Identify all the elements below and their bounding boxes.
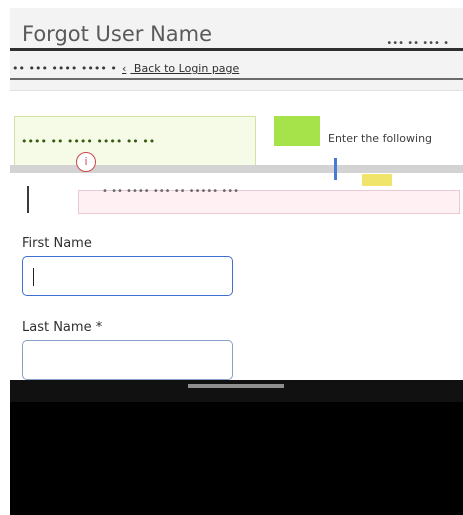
notice-area: •••• •• •••• •••• •• •• Enter the follow… [10,108,463,216]
first-name-label: First Name [22,236,92,251]
overlay-area [10,402,463,515]
hint-text: • •• •••• ••• •• ••••• ••• [102,186,240,197]
forgot-username-page: Forgot User Name ••• •• ••• • •• ••• •••… [10,0,463,515]
notice-text: •••• •• •••• •••• •• •• [21,135,156,148]
last-name-label: Last Name * [22,320,103,335]
info-icon: i [76,152,96,172]
back-to-login-label: Back to Login page [133,62,240,75]
page-header: Forgot User Name ••• •• ••• • •• ••• •••… [10,8,463,91]
highlight-tag [362,174,392,186]
last-name-input[interactable] [22,340,233,380]
first-name-input[interactable] [22,256,233,296]
page-title: Forgot User Name [22,22,213,46]
header-divider [10,48,463,51]
notice-instructions: Enter the following [328,132,433,145]
notice-banner: •••• •• •••• •••• •• •• [14,116,256,170]
breadcrumb-divider [10,78,463,80]
status-badge [274,116,320,146]
accent-marker [334,158,337,180]
breadcrumb: •• ••• •••• •••• • ‹ Back to Login page [10,58,463,80]
breadcrumb-left: •• ••• •••• •••• • [12,62,117,75]
vertical-marker [27,186,29,213]
back-to-login-link[interactable]: ‹ Back to Login page [122,62,239,75]
text-caret [33,268,34,286]
section-divider [10,380,463,402]
divider-chip [188,384,284,388]
chevron-left-icon: ‹ [122,62,127,75]
